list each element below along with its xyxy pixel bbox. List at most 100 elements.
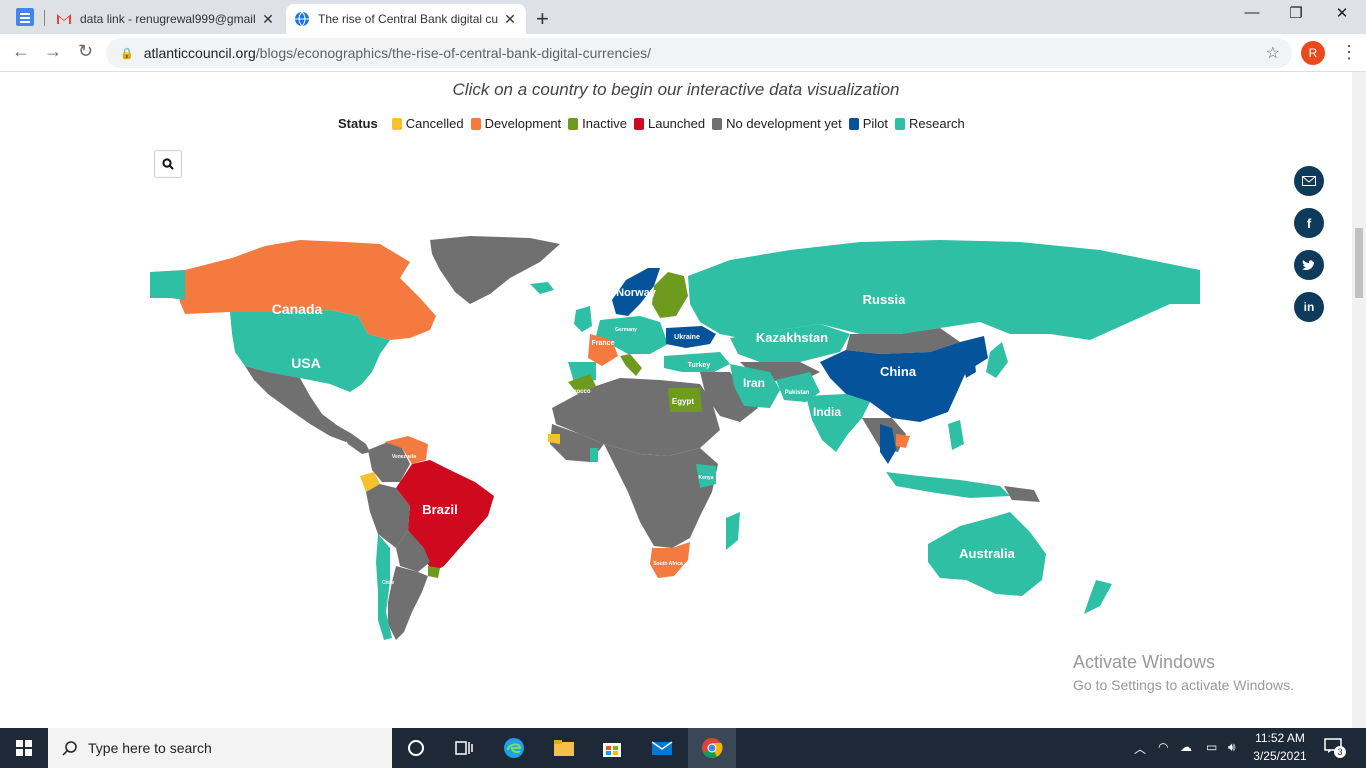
country-philippines[interactable] <box>948 420 964 450</box>
label-turkey: Turkey <box>688 362 711 369</box>
legend-item-pilot[interactable]: Pilot <box>848 116 888 131</box>
country-russia[interactable] <box>688 240 1200 340</box>
legend-item-inactive[interactable]: Inactive <box>568 116 627 131</box>
cortana-icon[interactable] <box>404 736 428 760</box>
country-nigeria-ghana[interactable] <box>590 448 598 462</box>
tray-time[interactable]: 11:52 AM <box>1252 731 1308 745</box>
wifi-icon[interactable]: ◠ <box>1158 740 1168 754</box>
legend-label: Cancelled <box>405 116 464 131</box>
address-bar[interactable]: 🔒 atlanticcouncil.org/blogs/econographic… <box>106 38 1292 68</box>
tray-chevron-up-icon[interactable]: ︿ <box>1134 740 1146 757</box>
country-senegal[interactable] <box>548 434 560 444</box>
store-icon[interactable] <box>600 736 624 760</box>
label-ukraine: Ukraine <box>674 334 700 341</box>
close-window-icon[interactable]: ✕ <box>1322 4 1362 22</box>
country-madagascar[interactable] <box>726 512 740 550</box>
country-uruguay[interactable] <box>428 566 440 578</box>
tab-title: The rise of Central Bank digital cu <box>318 12 499 26</box>
forward-icon[interactable]: → <box>44 41 62 62</box>
activate-subtitle: Go to Settings to activate Windows. <box>1073 677 1294 693</box>
url-path: /blogs/econographics/the-rise-of-central… <box>255 45 652 61</box>
country-alaska[interactable] <box>150 270 185 300</box>
tab-title: data link - renugrewal999@gmail <box>80 12 256 26</box>
close-tab-icon[interactable]: ✕ <box>502 11 518 28</box>
label-brazil: Brazil <box>422 502 457 517</box>
cloud-icon[interactable]: ☁ <box>1180 740 1192 754</box>
label-egypt: Egypt <box>672 397 695 406</box>
restore-icon[interactable]: ❐ <box>1276 4 1316 22</box>
label-france: France <box>592 340 615 347</box>
browser-menu-icon[interactable]: ⋮ <box>1340 42 1358 63</box>
notification-button[interactable]: 3 <box>1324 738 1346 758</box>
page-content: Canada USA Brazil Russia Kazakhstan Chin… <box>0 72 1352 728</box>
battery-icon[interactable]: ▭ <box>1206 740 1217 754</box>
country-uk[interactable] <box>574 306 592 332</box>
label-usa: USA <box>291 355 321 371</box>
legend-label: Development <box>484 116 562 131</box>
lock-icon[interactable]: 🔒 <box>120 47 134 60</box>
legend-swatch <box>470 117 481 130</box>
share-facebook-button[interactable]: f <box>1294 208 1324 238</box>
country-new-zealand[interactable] <box>1084 580 1112 614</box>
country-iceland[interactable] <box>530 282 554 294</box>
search-icon <box>62 741 77 756</box>
windows-start-icon[interactable] <box>16 740 32 756</box>
country-argentina[interactable] <box>388 566 428 640</box>
share-linkedin-button[interactable]: in <box>1294 292 1324 322</box>
legend-item-development[interactable]: Development <box>470 116 562 131</box>
share-email-button[interactable] <box>1294 166 1324 196</box>
edge-icon[interactable] <box>502 736 526 760</box>
legend-swatch <box>568 117 579 130</box>
mail-icon[interactable] <box>650 736 674 760</box>
bookmark-star-icon[interactable]: ☆ <box>1266 43 1280 63</box>
chrome-taskbar-active[interactable] <box>688 728 736 768</box>
legend-label: Research <box>909 116 965 131</box>
legend-label: Launched <box>647 116 706 131</box>
map-search-button[interactable] <box>154 150 182 178</box>
notification-count-badge: 3 <box>1334 746 1346 758</box>
share-twitter-button[interactable] <box>1294 250 1324 280</box>
label-pakistan: Pakistan <box>785 390 810 396</box>
tab-gmail[interactable]: data link - renugrewal999@gmail ✕ <box>48 4 284 34</box>
search-icon <box>162 158 174 170</box>
country-sweden-finland[interactable] <box>652 272 688 318</box>
gmail-icon <box>56 11 72 27</box>
task-view-icon[interactable] <box>452 736 476 760</box>
legend-item-cancelled[interactable]: Cancelled <box>391 116 464 131</box>
country-india[interactable] <box>806 394 870 452</box>
status-legend: Status Cancelled Development Inactive La… <box>338 116 972 131</box>
country-papua[interactable] <box>1004 486 1040 502</box>
globe-icon <box>294 11 310 27</box>
file-explorer-icon[interactable] <box>552 736 576 760</box>
country-indonesia[interactable] <box>886 472 1010 498</box>
reload-icon[interactable]: ↻ <box>78 41 93 62</box>
legend-item-research[interactable]: Research <box>895 116 965 131</box>
google-docs-icon[interactable] <box>16 8 34 26</box>
tray-date[interactable]: 3/25/2021 <box>1252 749 1308 763</box>
legend-item-no-development[interactable]: No development yet <box>712 116 842 131</box>
country-cambodia[interactable] <box>896 434 910 448</box>
facebook-icon: f <box>1306 215 1312 231</box>
linkedin-icon: in <box>1303 300 1315 314</box>
new-tab-icon[interactable]: + <box>536 6 549 32</box>
world-map[interactable]: Canada USA Brazil Russia Kazakhstan Chin… <box>0 72 1352 728</box>
chrome-icon <box>702 738 723 759</box>
profile-avatar[interactable]: R <box>1301 41 1325 65</box>
taskbar-search-box[interactable]: Type here to search <box>48 728 392 768</box>
legend-item-launched[interactable]: Launched <box>633 116 706 131</box>
country-italy[interactable] <box>620 354 642 376</box>
country-central-africa[interactable] <box>604 444 718 548</box>
page-scrollbar[interactable] <box>1352 72 1366 728</box>
label-germany: Germany <box>615 327 637 333</box>
envelope-icon <box>1302 176 1316 186</box>
country-japan[interactable] <box>986 342 1008 378</box>
legend-swatch <box>895 117 906 130</box>
close-tab-icon[interactable]: ✕ <box>260 11 276 28</box>
scroll-thumb[interactable] <box>1355 228 1363 298</box>
back-icon[interactable]: ← <box>12 41 30 62</box>
volume-icon[interactable]: 🔊︎ <box>1228 740 1236 755</box>
tab-cbdc[interactable]: The rise of Central Bank digital cu ✕ <box>286 4 526 34</box>
label-south-africa: South Africa <box>653 561 683 567</box>
minimize-icon[interactable]: — <box>1232 4 1272 21</box>
legend-label: Inactive <box>582 116 627 131</box>
